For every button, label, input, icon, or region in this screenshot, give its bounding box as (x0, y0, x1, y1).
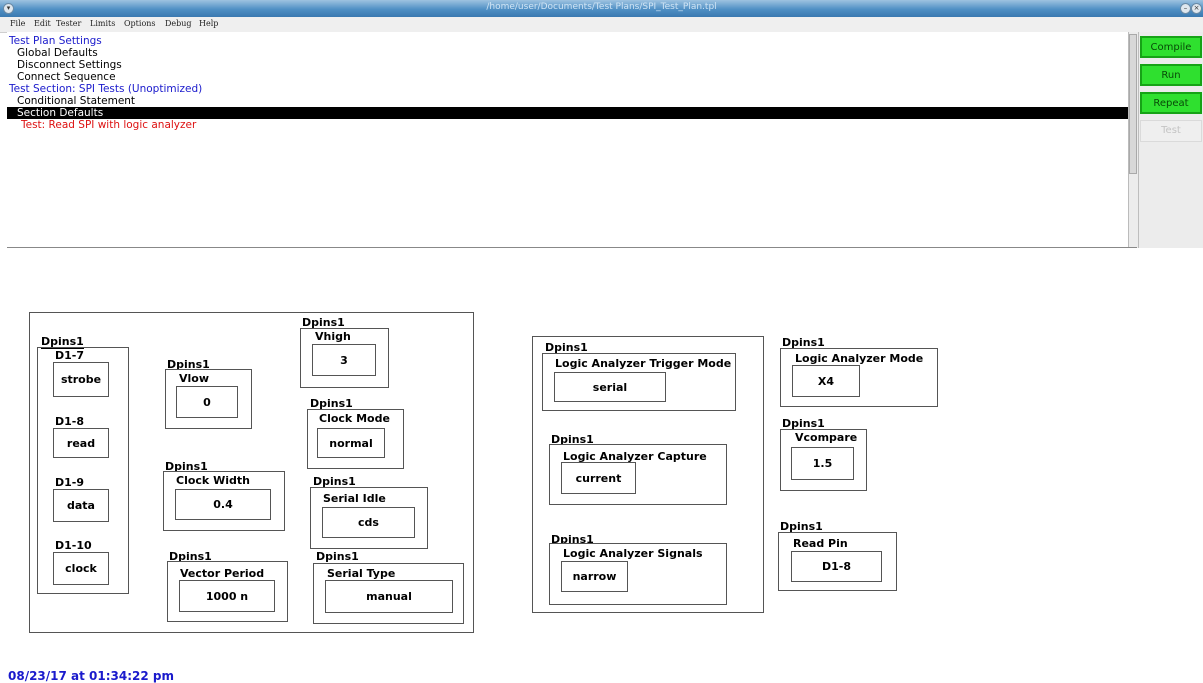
pin-d1-10-label: D1-10 (55, 539, 92, 552)
vector-period-value[interactable]: 1000 n (179, 580, 275, 612)
trigger-mode-label: Logic Analyzer Trigger Mode (555, 357, 732, 370)
clock-width-value[interactable]: 0.4 (175, 489, 271, 520)
trigger-mode-value[interactable]: serial (554, 372, 666, 402)
tree-item-conditional-statement[interactable]: Conditional Statement (17, 95, 135, 107)
tree-item-test-read-spi[interactable]: Test: Read SPI with logic analyzer (21, 119, 196, 131)
signals-label: Logic Analyzer Signals (563, 547, 703, 560)
tree-item-section-defaults[interactable]: Section Defaults (7, 107, 1128, 119)
pin-d1-8-label: D1-8 (55, 415, 85, 428)
vlow-label: Vlow (179, 372, 210, 385)
menu-bar: File Edit Tester Limits Options Debug He… (0, 17, 1203, 33)
vhigh-label: Vhigh (315, 330, 351, 343)
tree-item-test-plan-settings[interactable]: Test Plan Settings (9, 35, 102, 47)
compile-button[interactable]: Compile (1140, 36, 1202, 58)
signals-value[interactable]: narrow (561, 561, 628, 592)
pin-d1-7-value[interactable]: strobe (53, 362, 109, 397)
close-icon[interactable]: × (1191, 3, 1202, 14)
serial-idle-value[interactable]: cds (322, 507, 415, 538)
vhigh-value[interactable]: 3 (312, 344, 376, 376)
tree-item-test-section[interactable]: Test Section: SPI Tests (Unoptimized) (9, 83, 202, 95)
read-pin-value[interactable]: D1-8 (791, 551, 882, 582)
window-title: /home/user/Documents/Test Plans/SPI_Test… (486, 2, 717, 12)
menu-debug[interactable]: Debug (165, 19, 192, 28)
pin-d1-9-value[interactable]: data (53, 489, 109, 522)
serial-type-label: Serial Type (327, 567, 396, 580)
pin-d1-10-value[interactable]: clock (53, 552, 109, 585)
la-mode-value[interactable]: X4 (792, 365, 860, 397)
menu-edit[interactable]: Edit (34, 19, 51, 28)
run-button[interactable]: Run (1140, 64, 1202, 86)
repeat-button[interactable]: Repeat (1140, 92, 1202, 114)
vector-period-label: Vector Period (180, 567, 265, 580)
pin-d1-9-label: D1-9 (55, 476, 85, 489)
clock-mode-value[interactable]: normal (317, 428, 385, 458)
pane-divider[interactable] (7, 247, 1137, 248)
pin-d1-8-value[interactable]: read (53, 428, 109, 458)
tree-item-connect-sequence[interactable]: Connect Sequence (17, 71, 116, 83)
menu-help[interactable]: Help (199, 19, 218, 28)
serial-idle-label: Serial Idle (323, 492, 386, 505)
test-plan-tree: Test Plan Settings Global Defaults Disco… (7, 32, 1128, 247)
vcompare-value[interactable]: 1.5 (791, 447, 854, 480)
window-titlebar[interactable]: /home/user/Documents/Test Plans/SPI_Test… (0, 0, 1203, 17)
read-pin-label: Read Pin (793, 537, 848, 550)
pins-owner-label: Dpins1 (41, 335, 84, 349)
serial-type-value[interactable]: manual (325, 580, 453, 613)
menu-limits[interactable]: Limits (90, 19, 115, 28)
test-button: Test (1140, 120, 1202, 142)
clock-width-label: Clock Width (176, 474, 250, 487)
vlow-value[interactable]: 0 (176, 386, 238, 418)
tree-item-global-defaults[interactable]: Global Defaults (17, 47, 98, 59)
capture-value[interactable]: current (561, 462, 636, 494)
menu-options[interactable]: Options (124, 19, 156, 28)
vcompare-label: Vcompare (795, 431, 858, 444)
pin-d1-7-label: D1-7 (55, 349, 85, 362)
menu-file[interactable]: File (10, 19, 25, 28)
status-timestamp: 08/23/17 at 01:34:22 pm (8, 669, 175, 683)
la-mode-label: Logic Analyzer Mode (795, 352, 924, 365)
clock-mode-label: Clock Mode (319, 412, 390, 425)
tree-item-disconnect-settings[interactable]: Disconnect Settings (17, 59, 122, 71)
tree-scrollbar-thumb[interactable] (1129, 34, 1137, 174)
window-menu-icon[interactable]: ▾ (3, 3, 14, 14)
minimize-icon[interactable]: – (1180, 3, 1191, 14)
menu-tester[interactable]: Tester (56, 19, 81, 28)
